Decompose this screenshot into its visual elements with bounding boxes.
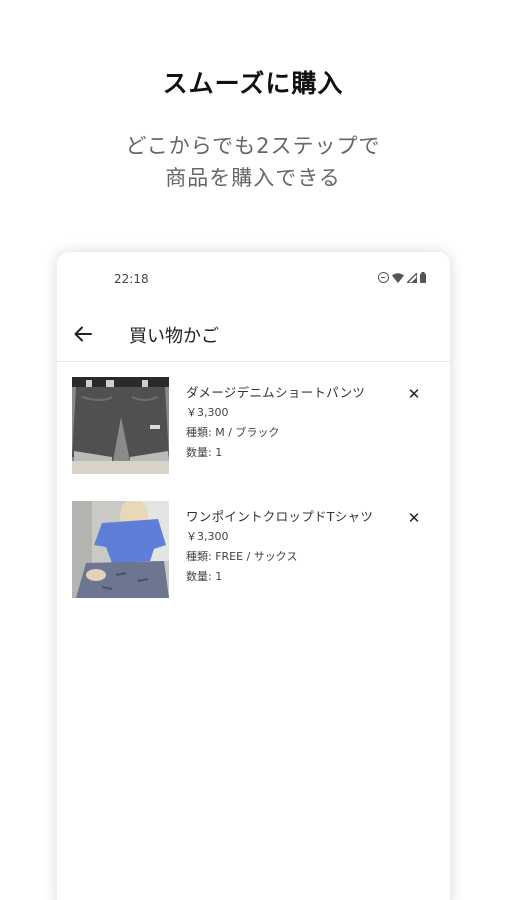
promo-subtitle-line1: どこからでも2ステップで <box>125 134 381 158</box>
back-button[interactable] <box>67 318 99 350</box>
remove-item-button[interactable]: ✕ <box>404 508 424 528</box>
promo-subtitle-line2: 商品を購入できる <box>165 166 341 190</box>
page-title: 買い物かご <box>129 326 219 347</box>
do-not-disturb-icon <box>378 272 389 283</box>
product-price: ￥3,300 <box>186 406 229 419</box>
product-variant: 種類: FREE / サックス <box>186 550 298 563</box>
denim-shorts-photo-icon <box>72 377 169 474</box>
cart-item: ワンポイントクロップドTシャツ ￥3,300 種類: FREE / サックス 数… <box>57 498 450 612</box>
cropped-tshirt-photo-icon <box>72 501 169 598</box>
product-image[interactable] <box>72 377 169 474</box>
status-icons <box>378 272 426 283</box>
product-quantity: 数量: 1 <box>186 570 223 583</box>
status-bar: 22:18 <box>57 252 450 306</box>
item-info: ワンポイントクロップドTシャツ ￥3,300 種類: FREE / サックス 数… <box>186 507 386 587</box>
status-time: 22:18 <box>114 272 149 286</box>
product-image[interactable] <box>72 501 169 598</box>
battery-icon <box>420 272 426 283</box>
close-icon: ✕ <box>407 385 421 403</box>
promo-title: スムーズに購入 <box>162 69 344 98</box>
item-info: ダメージデニムショートパンツ ￥3,300 種類: M / ブラック 数量: 1 <box>186 383 386 463</box>
product-price: ￥3,300 <box>186 530 229 543</box>
product-quantity: 数量: 1 <box>186 446 223 459</box>
product-variant: 種類: M / ブラック <box>186 426 280 439</box>
app-bar: 買い物かご <box>57 306 450 362</box>
close-icon: ✕ <box>407 509 421 527</box>
signal-icon <box>407 272 417 283</box>
product-name[interactable]: ワンポイントクロップドTシャツ <box>186 507 386 527</box>
arrow-left-icon <box>74 326 92 342</box>
cart-item: ダメージデニムショートパンツ ￥3,300 種類: M / ブラック 数量: 1… <box>57 374 450 488</box>
cart-list: ダメージデニムショートパンツ ￥3,300 種類: M / ブラック 数量: 1… <box>57 374 450 612</box>
phone-screen: 22:18 買い物かご ダメージデニムショートパンツ ￥3,300 種類: M … <box>57 252 450 900</box>
remove-item-button[interactable]: ✕ <box>404 384 424 404</box>
product-name[interactable]: ダメージデニムショートパンツ <box>186 383 386 403</box>
wifi-icon <box>392 272 404 283</box>
